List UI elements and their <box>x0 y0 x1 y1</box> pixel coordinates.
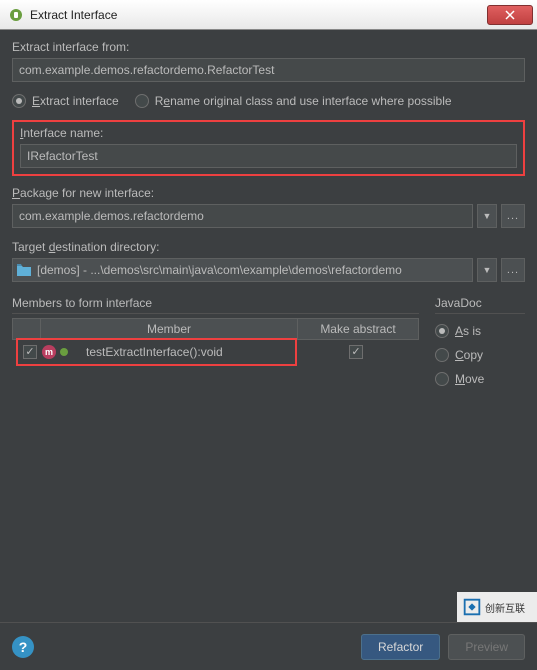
row-checkbox-cell <box>18 345 42 359</box>
watermark-text: 创新互联 <box>485 600 525 615</box>
member-name: testExtractInterface():void <box>82 345 295 359</box>
column-checkbox <box>13 319 41 339</box>
javadoc-asis-radio[interactable]: As is <box>435 324 525 338</box>
refactor-button[interactable]: Refactor <box>361 634 440 660</box>
window-title: Extract Interface <box>30 8 487 22</box>
target-dir-section: Target destination directory: [demos] - … <box>12 240 525 282</box>
interface-name-highlight: Interface name: <box>12 120 525 176</box>
row-icons: m <box>42 345 82 359</box>
dialog-content: Extract interface from: com.example.demo… <box>0 30 537 406</box>
package-dropdown-button[interactable]: ▼ <box>477 204 497 228</box>
javadoc-title: JavaDoc <box>435 296 525 314</box>
table-row[interactable]: m testExtractInterface():void <box>12 340 419 364</box>
radio-unchecked-icon <box>435 372 449 386</box>
radio-unchecked-icon <box>435 348 449 362</box>
interface-name-label: Interface name: <box>20 126 517 140</box>
method-icon: m <box>42 345 56 359</box>
folder-icon <box>17 264 31 276</box>
column-member[interactable]: Member <box>41 319 298 339</box>
target-dir-browse-button[interactable]: ... <box>501 258 525 282</box>
package-section: Package for new interface: ▼ ... <box>12 186 525 228</box>
package-browse-button[interactable]: ... <box>501 204 525 228</box>
row-checkbox[interactable] <box>23 345 37 359</box>
target-dir-dropdown-button[interactable]: ▼ <box>477 258 497 282</box>
members-table: Members to form interface Member Make ab… <box>12 296 419 396</box>
watermark: 创新互联 <box>457 592 537 622</box>
radio-unchecked-icon <box>135 94 149 108</box>
javadoc-move-radio[interactable]: Move <box>435 372 525 386</box>
members-label: Members to form interface <box>12 296 419 314</box>
target-dir-field[interactable]: [demos] - ...\demos\src\main\java\com\ex… <box>12 258 473 282</box>
extract-interface-radio[interactable]: Extract interface <box>12 94 119 108</box>
abstract-checkbox[interactable] <box>349 345 363 359</box>
package-input[interactable] <box>12 204 473 228</box>
members-area: Members to form interface Member Make ab… <box>12 296 525 396</box>
javadoc-copy-radio[interactable]: Copy <box>435 348 525 362</box>
help-button[interactable]: ? <box>12 636 34 658</box>
radio-checked-icon <box>435 324 449 338</box>
member-row-highlight: m testExtractInterface():void <box>16 338 297 366</box>
rename-original-radio[interactable]: Rename original class and use interface … <box>135 94 452 108</box>
table-header: Member Make abstract <box>12 318 419 340</box>
public-modifier-icon <box>59 347 69 357</box>
target-dir-label: Target destination directory: <box>12 240 525 254</box>
radio-checked-icon <box>12 94 26 108</box>
interface-name-input[interactable] <box>20 144 517 168</box>
target-dir-text: [demos] - ...\demos\src\main\java\com\ex… <box>37 263 468 277</box>
javadoc-move-label: Move <box>455 372 484 386</box>
extract-interface-label: Extract interface <box>32 94 119 108</box>
javadoc-panel: JavaDoc As is Copy Move <box>435 296 525 396</box>
extract-from-section: Extract interface from: com.example.demo… <box>12 40 525 82</box>
app-icon <box>8 7 24 23</box>
close-button[interactable] <box>487 5 533 25</box>
dialog-footer: ? Refactor Preview <box>0 622 537 670</box>
preview-button[interactable]: Preview <box>448 634 525 660</box>
extract-from-label: Extract interface from: <box>12 40 525 54</box>
titlebar: Extract Interface <box>0 0 537 30</box>
row-abstract-cell <box>297 345 415 359</box>
javadoc-copy-label: Copy <box>455 348 483 362</box>
rename-original-label: Rename original class and use interface … <box>155 94 452 108</box>
javadoc-asis-label: As is <box>455 324 481 338</box>
mode-radio-group: Extract interface Rename original class … <box>12 94 525 108</box>
package-label: Package for new interface: <box>12 186 525 200</box>
extract-from-field: com.example.demos.refactordemo.RefactorT… <box>12 58 525 82</box>
column-abstract[interactable]: Make abstract <box>298 319 418 339</box>
